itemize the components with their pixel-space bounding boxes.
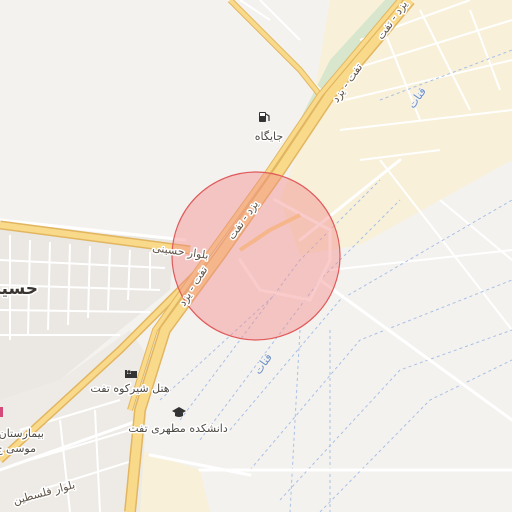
label-city-partial: حسین	[0, 279, 38, 299]
map-canvas[interactable]: یزد - تفت تفت - یزد یزد - تفت تفت - یزد …	[0, 0, 512, 512]
map-view[interactable]: یزد - تفت تفت - یزد یزد - تفت تفت - یزد …	[0, 0, 512, 512]
label-gas-station: جایگاه	[255, 130, 283, 143]
hospital-icon[interactable]	[0, 407, 3, 417]
label-university: دانشکده مطهری تفت	[128, 422, 228, 435]
label-hospital-line2: موسی ج	[0, 442, 36, 455]
bed-icon[interactable]	[125, 370, 137, 378]
label-hotel: هتل شیرکوه تفت	[90, 382, 169, 395]
label-hospital-line1: بیمارستان	[0, 427, 44, 440]
